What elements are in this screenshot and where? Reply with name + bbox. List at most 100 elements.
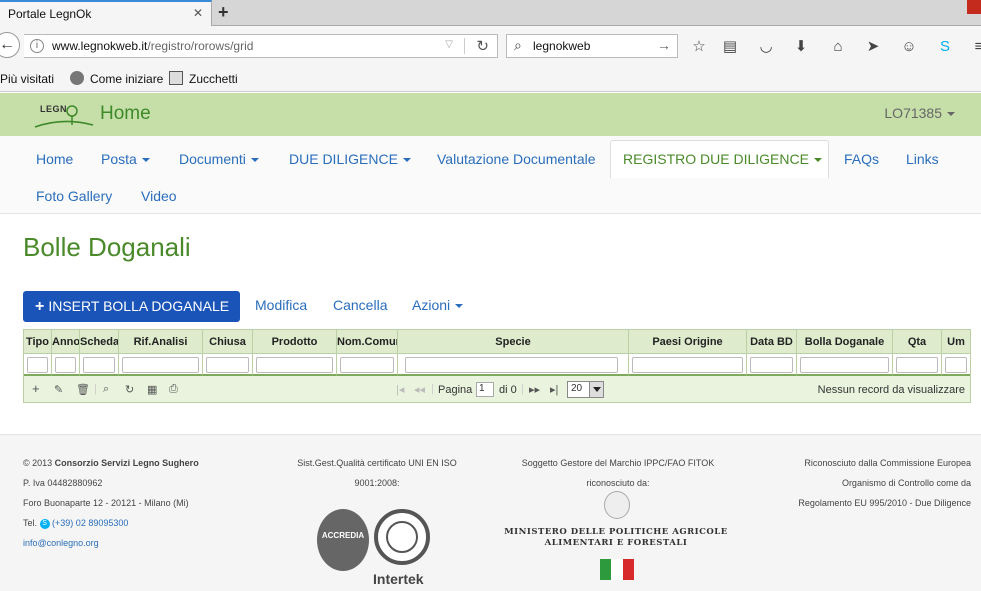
insert-bolla-button[interactable]: + INSERT BOLLA DOGANALE	[23, 291, 240, 322]
nav-due-diligence[interactable]: DUE DILIGENCE	[289, 151, 411, 167]
column-header-bolla-doganale[interactable]: Bolla Doganale	[797, 330, 893, 353]
nav-valutazione-documentale[interactable]: Valutazione Documentale	[437, 151, 596, 167]
url-bar[interactable]: i www.legnokweb.it/registro/rorows/grid …	[24, 34, 498, 58]
download-icon[interactable]: ⬇	[792, 38, 810, 56]
nav-posta[interactable]: Posta	[101, 151, 150, 167]
user-menu[interactable]: LO71385	[884, 105, 955, 121]
column-header-specie[interactable]: Specie	[398, 330, 629, 353]
home-title[interactable]: Home	[100, 103, 151, 125]
pocket-icon[interactable]: ◡	[757, 38, 775, 56]
filter-input[interactable]	[632, 357, 743, 373]
last-page-icon[interactable]: ▸|	[550, 383, 558, 396]
pager-separator: |	[521, 383, 524, 395]
legnok-logo[interactable]: LEGN	[33, 99, 95, 131]
flag-red	[622, 559, 634, 580]
column-header-nom-comune[interactable]: Nom.Comune	[337, 330, 398, 353]
filter-input[interactable]	[122, 357, 199, 373]
info-icon[interactable]: i	[30, 39, 44, 53]
edit-pencil-icon[interactable]: ✎	[54, 383, 63, 396]
phone-link[interactable]: (+39) 02 89095300	[52, 518, 128, 528]
filter-input[interactable]	[945, 357, 967, 373]
search-go-icon[interactable]: →	[657, 37, 671, 53]
filter-cell-scheda	[80, 353, 119, 376]
nav-foto-gallery[interactable]: Foto Gallery	[36, 188, 112, 204]
next-page-icon[interactable]: ▸▸	[529, 383, 540, 396]
bookmark-star-icon[interactable]: ☆	[690, 38, 708, 56]
search-icon[interactable]: ⌕	[103, 383, 109, 396]
nav-video[interactable]: Video	[141, 188, 177, 204]
bookmark-getting-started[interactable]: Come iniziare	[90, 72, 163, 86]
filter-input[interactable]	[55, 357, 76, 373]
column-header-rif-analisi[interactable]: Rif.Analisi	[119, 330, 203, 353]
skype-icon: S	[39, 518, 50, 529]
accredia-logo-text: ACCREDIA	[321, 531, 365, 540]
eu-line3: Regolamento EU 995/2010 - Due Diligence	[798, 498, 971, 508]
page-total-label: di 0	[499, 384, 517, 396]
nav-links[interactable]: Links	[906, 151, 939, 167]
rows-per-page-select[interactable]: 20	[567, 381, 604, 398]
reading-list-icon[interactable]: ▤	[721, 38, 739, 56]
first-page-icon[interactable]: |◂	[396, 383, 404, 396]
eu-line2: Organismo di Controllo come da	[841, 478, 971, 488]
window-close-button[interactable]	[967, 0, 981, 14]
url-dropdown-icon[interactable]: ▽	[445, 39, 453, 50]
column-header-chiusa[interactable]: Chiusa	[203, 330, 253, 353]
footer-email-link[interactable]: info@conlegno.org	[23, 533, 199, 553]
prev-page-icon[interactable]: ◂◂	[414, 383, 425, 396]
print-icon[interactable]: ⎙	[169, 383, 178, 396]
azioni-dropdown[interactable]: Azioni	[412, 297, 464, 313]
reload-icon[interactable]: ↻	[476, 37, 489, 55]
filter-input[interactable]	[256, 357, 333, 373]
emoji-icon[interactable]: ☺	[900, 38, 918, 56]
bookmark-most-visited[interactable]: Più visitati	[0, 72, 54, 86]
ministry-logo-text: MINISTERO DELLE POLITICHE AGRICOLE ALIME…	[500, 527, 732, 549]
cancella-button[interactable]: Cancella	[333, 297, 387, 313]
browser-tab[interactable]: Portale LegnOk ✕	[0, 0, 212, 26]
menu-icon[interactable]: ≡	[970, 38, 981, 56]
columns-icon[interactable]: ▦	[147, 383, 157, 396]
filter-cell-anno	[52, 353, 80, 376]
url-separator	[464, 38, 465, 54]
refresh-icon[interactable]: ↻	[125, 383, 134, 396]
nav-registro-due-diligence[interactable]: REGISTRO DUE DILIGENCE	[623, 151, 822, 167]
column-header-data-bd[interactable]: Data BD	[747, 330, 797, 353]
add-icon[interactable]: +	[32, 381, 40, 396]
footer-quality-info: Sist.Gest.Qualità certificato UNI EN ISO…	[288, 453, 466, 493]
column-header-prodotto[interactable]: Prodotto	[253, 330, 337, 353]
close-tab-icon[interactable]: ✕	[193, 6, 203, 20]
filter-input[interactable]	[750, 357, 793, 373]
nav-posta-label: Posta	[101, 151, 137, 167]
search-text: legnokweb	[533, 39, 591, 53]
home-icon[interactable]: ⌂	[829, 38, 847, 56]
send-icon[interactable]: ➤	[864, 38, 882, 56]
quality-line2: 9001:2008:	[354, 478, 400, 488]
filter-input[interactable]	[896, 357, 938, 373]
nav-faqs[interactable]: FAQs	[844, 151, 879, 167]
ministry-line2: ALIMENTARI E FORESTALI	[544, 538, 688, 548]
modifica-button[interactable]: Modifica	[255, 297, 307, 313]
nav-home[interactable]: Home	[36, 151, 73, 167]
column-header-anno[interactable]: Anno	[52, 330, 80, 353]
filter-input[interactable]	[206, 357, 249, 373]
back-arrow-icon[interactable]: ←	[0, 32, 20, 58]
filter-input[interactable]	[800, 357, 889, 373]
column-header-tipo[interactable]: Tipo	[24, 330, 52, 353]
nav-documenti[interactable]: Documenti	[179, 151, 259, 167]
column-header-paesi-origine[interactable]: Paesi Origine	[629, 330, 747, 353]
column-header-um[interactable]: Um	[942, 330, 970, 353]
azioni-label: Azioni	[412, 297, 451, 313]
column-header-scheda[interactable]: Scheda	[80, 330, 119, 353]
filter-input[interactable]	[340, 357, 394, 373]
chevron-down-icon	[589, 382, 603, 397]
page-number-input[interactable]: 1	[476, 382, 494, 397]
search-bar[interactable]: ⌕ legnokweb →	[506, 34, 678, 58]
trash-icon[interactable]: 🗑	[76, 383, 90, 396]
bookmark-zucchetti[interactable]: Zucchetti	[189, 72, 238, 86]
filter-input[interactable]	[405, 357, 618, 373]
filter-input[interactable]	[83, 357, 115, 373]
filter-cell-qta	[893, 353, 942, 376]
skype-icon[interactable]: S	[936, 38, 954, 56]
column-header-qta[interactable]: Qta	[893, 330, 942, 353]
new-tab-button[interactable]: +	[218, 2, 229, 23]
filter-input[interactable]	[27, 357, 48, 373]
